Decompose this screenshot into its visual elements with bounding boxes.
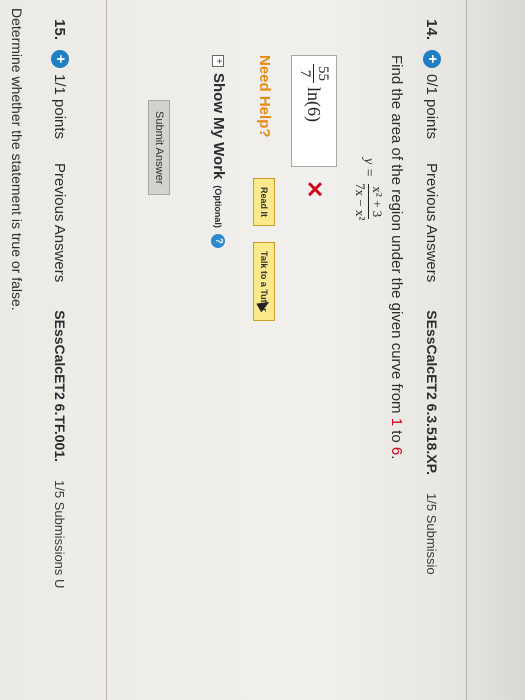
equation-fraction: x² + 3 7x − x²	[352, 181, 385, 222]
plus-icon[interactable]: +	[423, 50, 441, 68]
q14-header: 14. + 0/1 points Previous Answers SEssCa…	[417, 0, 447, 575]
answer-log-term: ln(6)	[304, 87, 325, 122]
read-it-button[interactable]: Read It	[253, 178, 275, 227]
screen: 14. + 0/1 points Previous Answers SEssCa…	[0, 0, 525, 700]
equation-numerator: x² + 3	[368, 184, 385, 220]
equation-denominator: 7x − x²	[353, 183, 368, 221]
q15-prompt: Determine whether the statement is true …	[9, 8, 25, 311]
q14-number: 14.	[423, 19, 441, 40]
q15-source: SEssCalcET2 6.TF.001.	[52, 310, 68, 463]
q14-source: SEssCalcET2 6.3.518.XP.	[424, 310, 440, 476]
q15-previous-answers-link[interactable]: Previous Answers	[52, 163, 69, 282]
q14-points: 0/1 points	[423, 74, 441, 140]
from-value: 1	[388, 417, 405, 427]
answer-fraction: 55 7	[297, 64, 332, 83]
problem-prompt: Find the area of the region under the gi…	[388, 55, 405, 459]
answer-numerator: 55	[313, 64, 332, 83]
plus-icon[interactable]: +	[51, 50, 69, 68]
q14-previous-answers-link[interactable]: Previous Answers	[424, 163, 441, 282]
help-icon[interactable]: ?	[211, 233, 226, 248]
divider	[466, 0, 467, 700]
submit-answer-button[interactable]: Submit Answer	[148, 100, 170, 196]
need-help-label: Need Help?	[256, 55, 273, 138]
expand-icon[interactable]: +	[212, 55, 225, 67]
show-my-work-label[interactable]: Show My Work	[210, 73, 227, 179]
q15-header: 15. + 1/1 points Previous Answers SEssCa…	[45, 0, 75, 588]
answer-denominator: 7	[297, 69, 314, 78]
prompt-text-end: .	[388, 455, 405, 460]
q15-number: 15.	[51, 19, 69, 40]
prompt-text-mid: to	[388, 426, 405, 447]
show-my-work[interactable]: + Show My Work (Optional) ?	[210, 55, 227, 248]
q14-submissions: 1/5 Submissio	[424, 493, 440, 575]
equation: y = x² + 3 7x − x²	[352, 158, 385, 222]
to-value: 6	[388, 446, 405, 456]
prompt-text: Find the area of the region under the gi…	[388, 55, 405, 418]
optional-label: (Optional)	[213, 185, 224, 228]
divider	[106, 0, 107, 700]
answer-input[interactable]: 55 7 ln(6)	[291, 55, 337, 167]
q15-points: 1/1 points	[51, 74, 69, 140]
q15-submissions: 1/5 Submissions U	[52, 480, 68, 589]
incorrect-icon: ✕	[302, 180, 327, 199]
equation-lhs: y =	[361, 158, 377, 178]
